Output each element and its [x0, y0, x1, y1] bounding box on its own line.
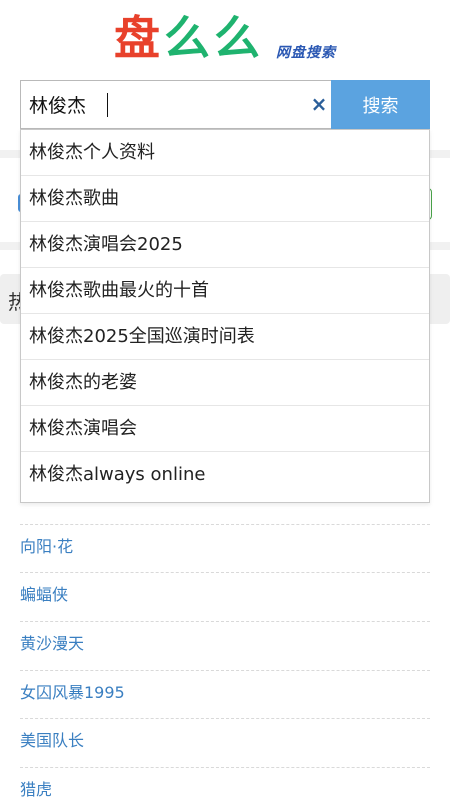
suggestion-item[interactable]: 林俊杰演唱会2025: [21, 222, 429, 268]
hot-list-item[interactable]: 蝙蝠侠: [20, 585, 68, 605]
logo-char-2: 么: [164, 11, 210, 65]
list-divider: [20, 767, 430, 768]
search-button[interactable]: 搜索: [331, 80, 430, 129]
logo-subtitle: 网盘搜索: [276, 45, 336, 61]
suggestion-item[interactable]: 林俊杰歌曲最火的十首: [21, 268, 429, 314]
suggestion-dropdown: 林俊杰个人资料 林俊杰歌曲 林俊杰演唱会2025 林俊杰歌曲最火的十首 林俊杰2…: [20, 129, 430, 503]
text-caret: [107, 93, 108, 117]
search-input[interactable]: [29, 81, 299, 128]
site-logo[interactable]: 盘 么 么 网盘搜索: [0, 6, 450, 72]
hot-list-item[interactable]: 女囚风暴1995: [20, 683, 125, 703]
search-box: ×: [20, 80, 331, 129]
suggestion-item[interactable]: 林俊杰的老婆: [21, 360, 429, 406]
suggestion-item[interactable]: 林俊杰歌曲: [21, 176, 429, 222]
suggestion-item[interactable]: 林俊杰演唱会: [21, 406, 429, 452]
list-divider: [20, 718, 430, 719]
list-divider: [20, 572, 430, 573]
suggestion-item[interactable]: 林俊杰2025全国巡演时间表: [21, 314, 429, 360]
list-divider: [20, 670, 430, 671]
suggestion-item[interactable]: 林俊杰always online: [21, 452, 429, 498]
list-divider: [20, 524, 430, 525]
logo-char-1: 盘: [114, 11, 160, 65]
logo-char-3: 么: [214, 11, 260, 65]
hot-list-item[interactable]: 猎虎: [20, 780, 52, 800]
suggestion-item[interactable]: 林俊杰个人资料: [21, 130, 429, 176]
hot-list-item[interactable]: 向阳·花: [20, 537, 73, 557]
list-divider: [20, 621, 430, 622]
hot-list-item[interactable]: 黄沙漫天: [20, 634, 84, 654]
hot-list-item[interactable]: 美国队长: [20, 731, 84, 751]
clear-icon[interactable]: ×: [308, 93, 330, 115]
